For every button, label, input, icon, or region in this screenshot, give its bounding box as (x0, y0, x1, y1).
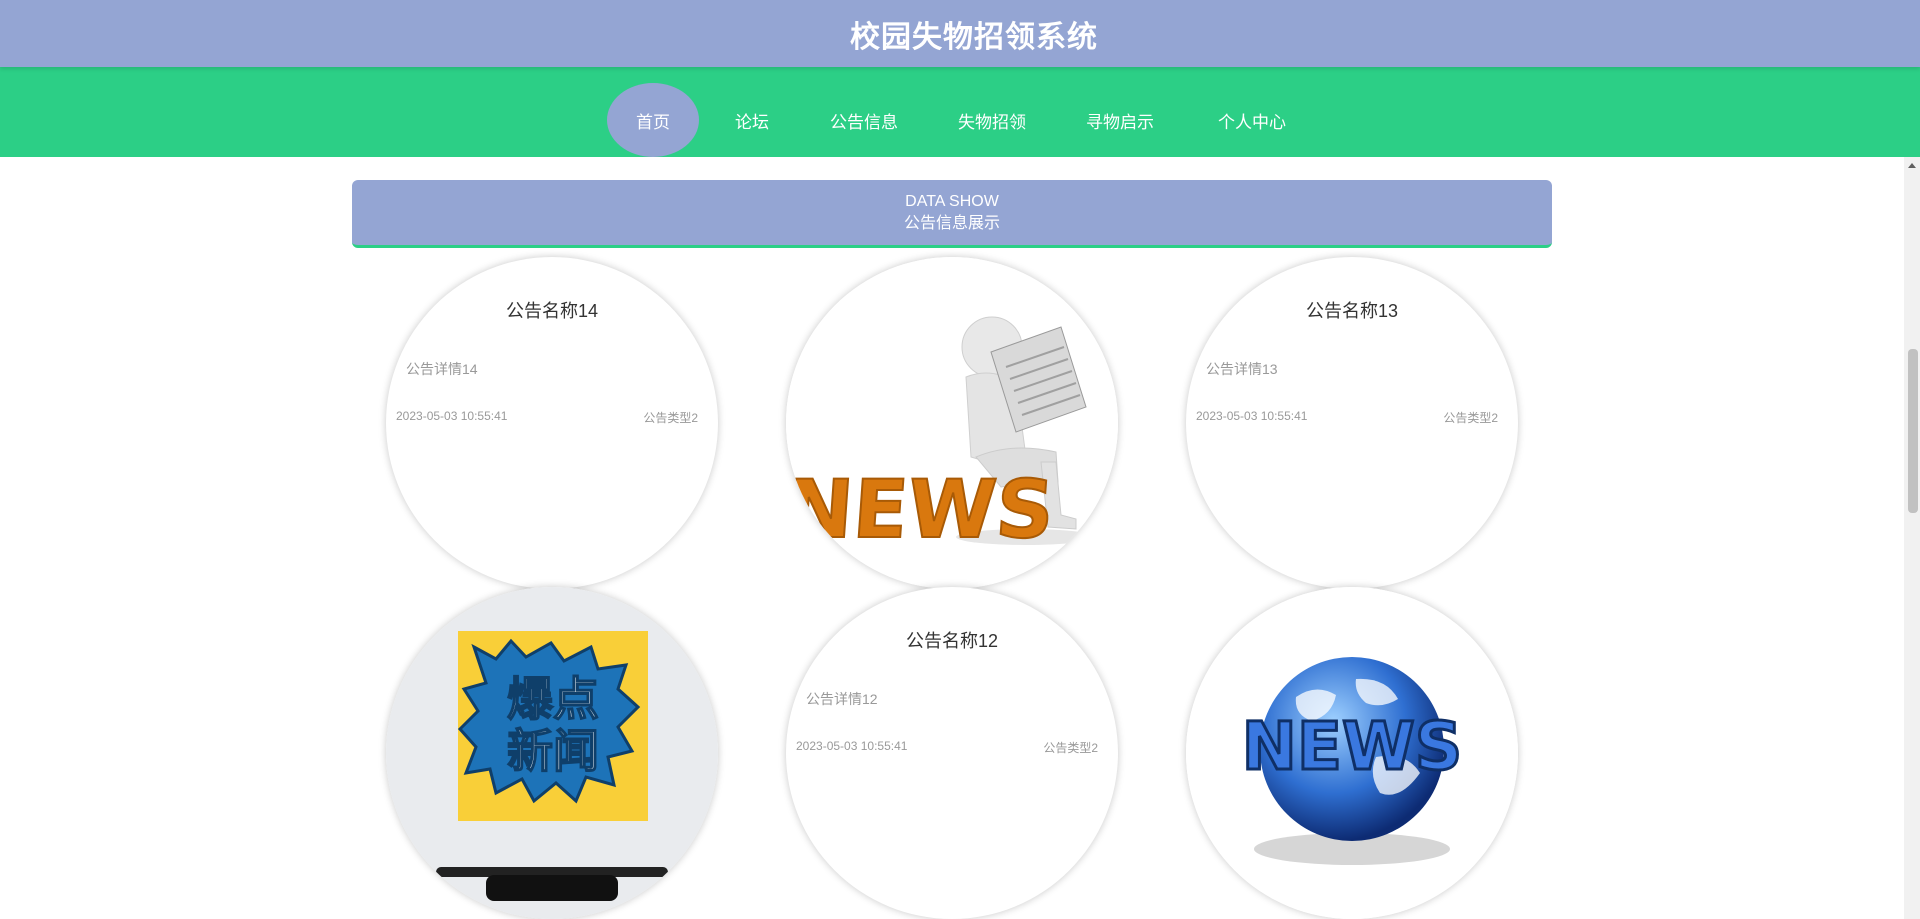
nav-item-seek-items[interactable]: 寻物启示 (1072, 83, 1168, 157)
nav-item-home[interactable]: 首页 (607, 83, 699, 157)
notice-card-image[interactable]: NEWS (1186, 587, 1518, 919)
news-reading-man-image: NEWS (786, 257, 1118, 589)
notice-detail: 公告详情13 (1206, 361, 1278, 377)
notice-detail: 公告详情12 (806, 691, 878, 707)
site-title: 校园失物招领系统 (850, 20, 1098, 54)
top-header: 校园失物招领系统 (0, 0, 1920, 67)
nav-item-forum[interactable]: 论坛 (712, 83, 792, 157)
notice-title: 公告名称12 (905, 631, 999, 651)
notice-date: 2023-05-03 10:55:41 (396, 409, 508, 423)
notice-date: 2023-05-03 10:55:41 (1196, 409, 1308, 423)
notice-card[interactable]: 公告名称13 公告详情13 2023-05-03 10:55:41 公告类型2 (1186, 257, 1518, 589)
notice-card-image[interactable]: NEWS (786, 257, 1118, 589)
notice-type: 公告类型2 (643, 411, 698, 425)
notice-title: 公告名称13 (1305, 301, 1399, 321)
scroll-up-arrow-icon[interactable] (1908, 163, 1916, 168)
notice-detail: 公告详情14 (406, 361, 478, 377)
breaking-news-poster-image: 爆点 新闻 (386, 587, 718, 919)
poster-text-line2: 新闻 (507, 724, 599, 778)
news-globe-image: NEWS (1186, 587, 1518, 919)
section-title-en: DATA SHOW (905, 192, 999, 210)
main-nav: 首页 论坛 公告信息 失物招领 寻物启示 个人中心 (0, 67, 1920, 157)
nav-item-personal-center[interactable]: 个人中心 (1204, 83, 1300, 157)
scrollbar-thumb[interactable] (1908, 349, 1918, 513)
notice-card-image[interactable]: 爆点 新闻 (386, 587, 718, 919)
main-content: DATA SHOW 公告信息展示 公告名称14 公告详情14 2023-05-0… (0, 157, 1904, 919)
notice-type: 公告类型2 (1043, 741, 1098, 755)
globe-news-text: NEWS (1242, 708, 1463, 785)
notice-date: 2023-05-03 10:55:41 (796, 739, 908, 753)
nav-item-announcements[interactable]: 公告信息 (816, 83, 912, 157)
svg-text:NEWS: NEWS (786, 463, 1057, 556)
section-header: DATA SHOW 公告信息展示 (352, 180, 1552, 248)
notice-card[interactable]: 公告名称14 公告详情14 2023-05-03 10:55:41 公告类型2 (386, 257, 718, 589)
poster-text-line1: 爆点 (507, 672, 599, 726)
notice-title: 公告名称14 (505, 301, 599, 321)
vertical-scrollbar[interactable] (1904, 157, 1920, 919)
section-title-cn: 公告信息展示 (903, 214, 1000, 232)
notice-type: 公告类型2 (1443, 411, 1498, 425)
notice-card[interactable]: 公告名称12 公告详情12 2023-05-03 10:55:41 公告类型2 (786, 587, 1118, 919)
nav-item-lost-found[interactable]: 失物招领 (944, 83, 1040, 157)
